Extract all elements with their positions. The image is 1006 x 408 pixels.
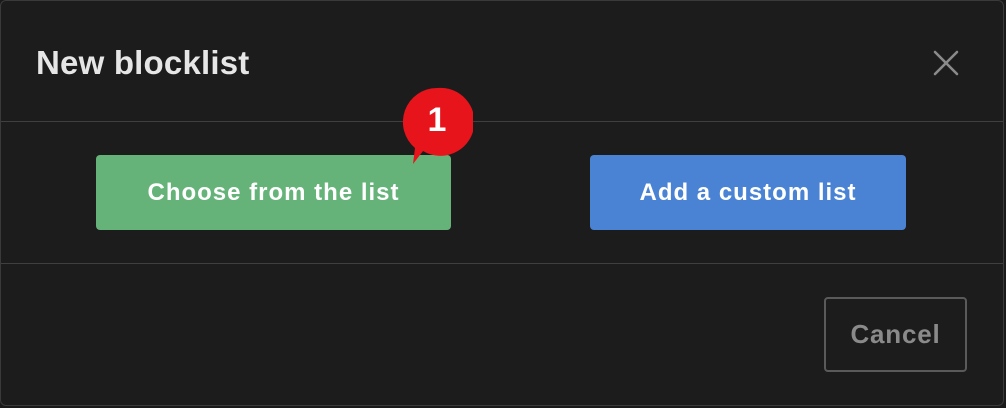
close-button[interactable] bbox=[931, 48, 961, 78]
dialog-header: New blocklist bbox=[1, 1, 1003, 122]
new-blocklist-dialog: New blocklist Choose from the list Add a… bbox=[0, 0, 1004, 406]
dialog-body: Choose from the list Add a custom list bbox=[1, 122, 1003, 264]
dialog-footer: Cancel bbox=[1, 264, 1003, 405]
notification-badge: 1 bbox=[401, 86, 473, 172]
close-icon bbox=[931, 48, 961, 78]
choose-from-list-button[interactable]: Choose from the list bbox=[96, 155, 451, 230]
dialog-title: New blocklist bbox=[36, 44, 250, 81]
badge-count: 1 bbox=[427, 100, 447, 139]
add-custom-list-button[interactable]: Add a custom list bbox=[590, 155, 906, 230]
cancel-button[interactable]: Cancel bbox=[824, 297, 967, 372]
